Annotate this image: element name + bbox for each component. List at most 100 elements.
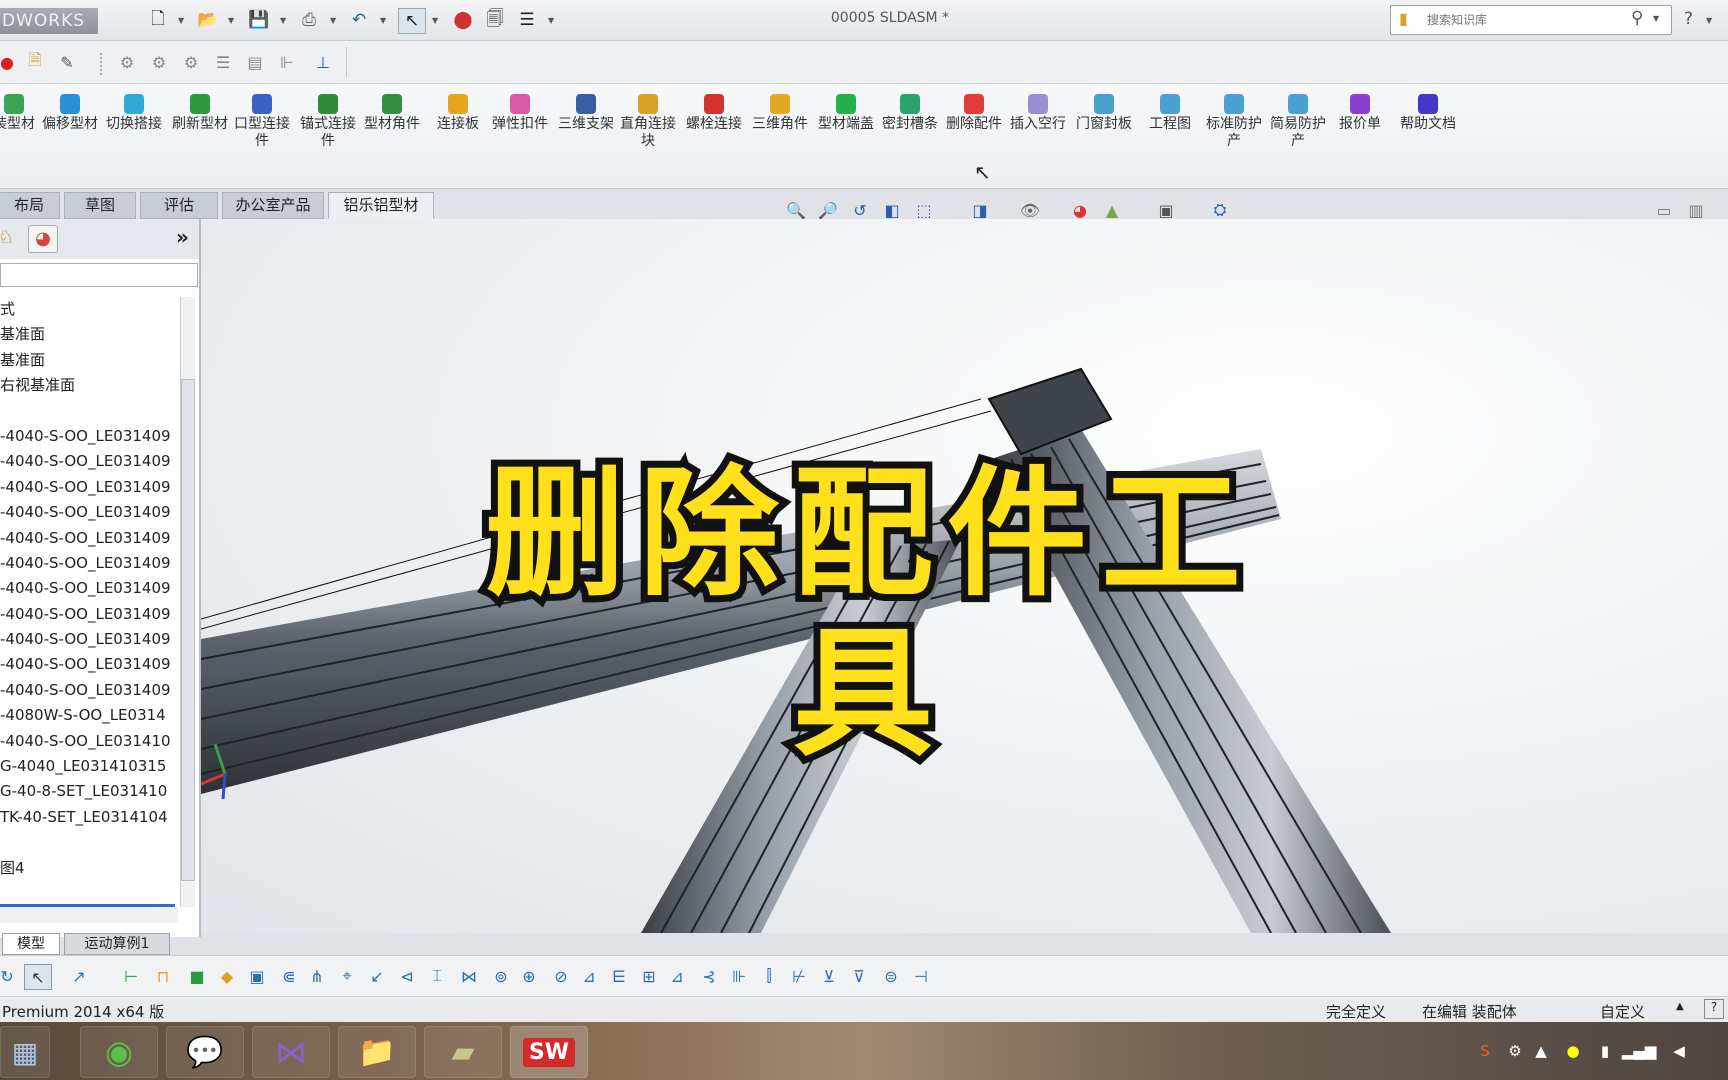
tree-item[interactable]: -4040-S-OO_LE031409 — [0, 449, 178, 474]
volume-icon[interactable]: ◀ — [1668, 1040, 1690, 1062]
tree-item[interactable]: -4040-S-OO_LE031409 — [0, 627, 178, 652]
record-icon[interactable]: ● — [0, 49, 20, 75]
notes-taskbar-icon[interactable]: ▰ — [424, 1026, 502, 1078]
tab-motion-study[interactable]: 运动算例1 — [64, 933, 170, 955]
undo-dropdown-icon[interactable]: ▼ — [380, 16, 388, 25]
arrow2-tool-icon[interactable]: ⊣ — [908, 964, 934, 988]
lines-tool-icon[interactable]: ⋿ — [606, 964, 632, 988]
options-icon[interactable]: ☰ — [514, 8, 540, 32]
select-tool-icon[interactable]: ↖ — [24, 964, 52, 990]
select-cursor-icon[interactable]: ↖ — [398, 8, 426, 34]
input-method-icon[interactable]: S — [1474, 1040, 1496, 1062]
tree-item[interactable]: -4080W-S-OO_LE0314 — [0, 703, 178, 728]
tab-evaluate[interactable]: 评估 — [140, 192, 218, 219]
browser-taskbar-icon[interactable]: ◉ — [80, 1026, 158, 1078]
tree-item[interactable]: -4040-S-OO_LE031410 — [0, 729, 178, 754]
cube-tool-icon[interactable]: ▣ — [244, 964, 270, 988]
distribute-icon[interactable]: ▤ — [242, 49, 268, 75]
cmd-mouth-connector[interactable]: 口型连接件 — [232, 94, 292, 150]
bend-tool-icon[interactable]: ⊻ — [816, 964, 842, 988]
file-properties-icon[interactable]: 🗐 — [482, 8, 508, 32]
component-pattern-icon[interactable]: ⚙ — [146, 49, 172, 75]
cmd-quote[interactable]: 报价单 — [1330, 94, 1390, 133]
open-folder-icon[interactable]: 📂 — [195, 8, 221, 32]
cmd-simple-guard[interactable]: 简易防护产 — [1268, 94, 1328, 150]
file-explorer-taskbar-icon[interactable]: 📁 — [338, 1026, 416, 1078]
cylinder-tool-icon[interactable]: ◆ — [214, 964, 240, 988]
rebuild-traffic-light-icon[interactable]: ⬤ — [450, 8, 476, 32]
search-input[interactable] — [1425, 10, 1629, 30]
cmd-profile-corner[interactable]: 型材角件 — [362, 94, 422, 133]
cmd-profile[interactable]: 装型材 — [0, 94, 44, 133]
display-manager-tab-icon[interactable]: ◕ — [28, 225, 58, 253]
smart-mate-icon[interactable]: ⚙ — [114, 49, 140, 75]
cmd-refresh-profile[interactable]: 刷新型材 — [170, 94, 230, 133]
path2-tool-icon[interactable]: ⊰ — [696, 964, 722, 988]
line-tool-icon[interactable]: ⊿ — [576, 964, 602, 988]
help-icon[interactable]: ? — [1684, 9, 1693, 29]
gear2-tool-icon[interactable]: ⊘ — [548, 964, 574, 988]
align-icon[interactable]: ☰ — [210, 49, 236, 75]
tree-item[interactable]: -4040-S-OO_LE031409 — [0, 526, 178, 551]
save-dropdown-icon[interactable]: ▼ — [280, 16, 288, 25]
property-manager-tab-icon[interactable]: ♘ — [0, 227, 14, 248]
tree-item[interactable]: -4040-S-OO_LE031409 — [0, 424, 178, 449]
cmd-bolt-connect[interactable]: 螺栓连接 — [684, 94, 744, 133]
tree-item[interactable]: G-4040_LE031410315 — [0, 754, 178, 779]
tab-sketch[interactable]: 草图 — [64, 192, 136, 219]
tree-filter-field[interactable] — [0, 263, 198, 287]
cmd-end-cap[interactable]: 型材端盖 — [816, 94, 876, 133]
reference-icon[interactable]: ⊩ — [274, 49, 300, 75]
units-selector[interactable]: 自定义 — [1600, 1001, 1645, 1022]
cmd-3d-bracket[interactable]: 三维支架 — [556, 94, 616, 133]
axis-tool-icon[interactable]: ⊓ — [150, 964, 176, 988]
angle-tool-icon[interactable]: ⊿ — [664, 964, 690, 988]
units-dropdown-icon[interactable]: ▲ — [1676, 1001, 1684, 1012]
mate-tool-icon[interactable]: ⊢ — [118, 964, 144, 988]
cmd-drawing[interactable]: 工程图 — [1140, 94, 1200, 133]
slice-tool-icon[interactable]: ⊜ — [878, 964, 904, 988]
tree-item[interactable]: 式 — [0, 297, 178, 322]
cmd-insert-row[interactable]: 插入空行 — [1008, 94, 1068, 133]
filter-tool-icon[interactable]: ↗ — [66, 964, 92, 988]
extrude-tool-icon[interactable]: ⋐ — [276, 964, 302, 988]
tab-layout[interactable]: 布局 — [0, 192, 60, 219]
cmd-help-doc[interactable]: 帮助文档 — [1398, 94, 1458, 133]
undo-icon[interactable]: ↶ — [346, 8, 372, 32]
tree-item[interactable]: -4040-S-OO_LE031409 — [0, 678, 178, 703]
solidworks-taskbar-icon[interactable]: SW — [510, 1026, 588, 1078]
tree-item[interactable]: -4040-S-OO_LE031409 — [0, 652, 178, 677]
battery-icon[interactable]: ▮ — [1594, 1040, 1616, 1062]
save-icon[interactable]: 💾 — [246, 8, 272, 32]
expand-panel-icon[interactable]: » — [176, 225, 189, 249]
tree-item[interactable]: -4040-S-OO_LE031409 — [0, 602, 178, 627]
show-hidden-icons-icon[interactable]: ▲ — [1530, 1040, 1552, 1062]
tree-horizontal-scrollbar[interactable] — [0, 907, 178, 923]
rotate-tool-icon[interactable]: ↻ — [0, 964, 20, 988]
cmd-connection-plate[interactable]: 连接板 — [428, 94, 488, 133]
spring-tool-icon[interactable]: ⊚ — [488, 964, 514, 988]
tree-item[interactable]: -4040-S-OO_LE031409 — [0, 551, 178, 576]
search-box[interactable]: ▮ ⚲ ▼ — [1390, 5, 1672, 35]
tray-settings-icon[interactable]: ⚙ — [1504, 1040, 1526, 1062]
path-tool-icon[interactable]: ⋔ — [304, 964, 330, 988]
tab-aluminum-profile[interactable]: 铝乐铝型材 — [328, 192, 434, 219]
calculator-taskbar-icon[interactable]: ▦ — [0, 1026, 50, 1078]
spring3-tool-icon[interactable]: ⊬ — [786, 964, 812, 988]
cmd-delete-fitting[interactable]: 删除配件 — [944, 94, 1004, 133]
box-tool-icon[interactable]: ■ — [184, 964, 210, 988]
print-dropdown-icon[interactable]: ▼ — [330, 16, 338, 25]
stack-tool-icon[interactable]: ⫿ — [756, 964, 782, 988]
open-dropdown-icon[interactable]: ▼ — [228, 16, 236, 25]
options-dropdown-icon[interactable]: ▼ — [548, 16, 556, 25]
network-signal-icon[interactable]: ▂▄▆ — [1622, 1040, 1657, 1062]
cmd-seal-strip[interactable]: 密封槽条 — [880, 94, 940, 133]
grid-tool-icon[interactable]: ⊞ — [636, 964, 662, 988]
end-cap-block[interactable] — [987, 367, 1113, 456]
tab-office-products[interactable]: 办公室产品 — [222, 192, 324, 219]
cmd-switch-lap[interactable]: 切换搭接 — [104, 94, 164, 133]
gear-tool-icon[interactable]: ⊕ — [516, 964, 542, 988]
help-dropdown-icon[interactable]: ▼ — [1706, 16, 1714, 25]
frame-tool-icon[interactable]: ⌶ — [424, 964, 450, 988]
tree-item[interactable]: 右视基准面 — [0, 373, 178, 398]
